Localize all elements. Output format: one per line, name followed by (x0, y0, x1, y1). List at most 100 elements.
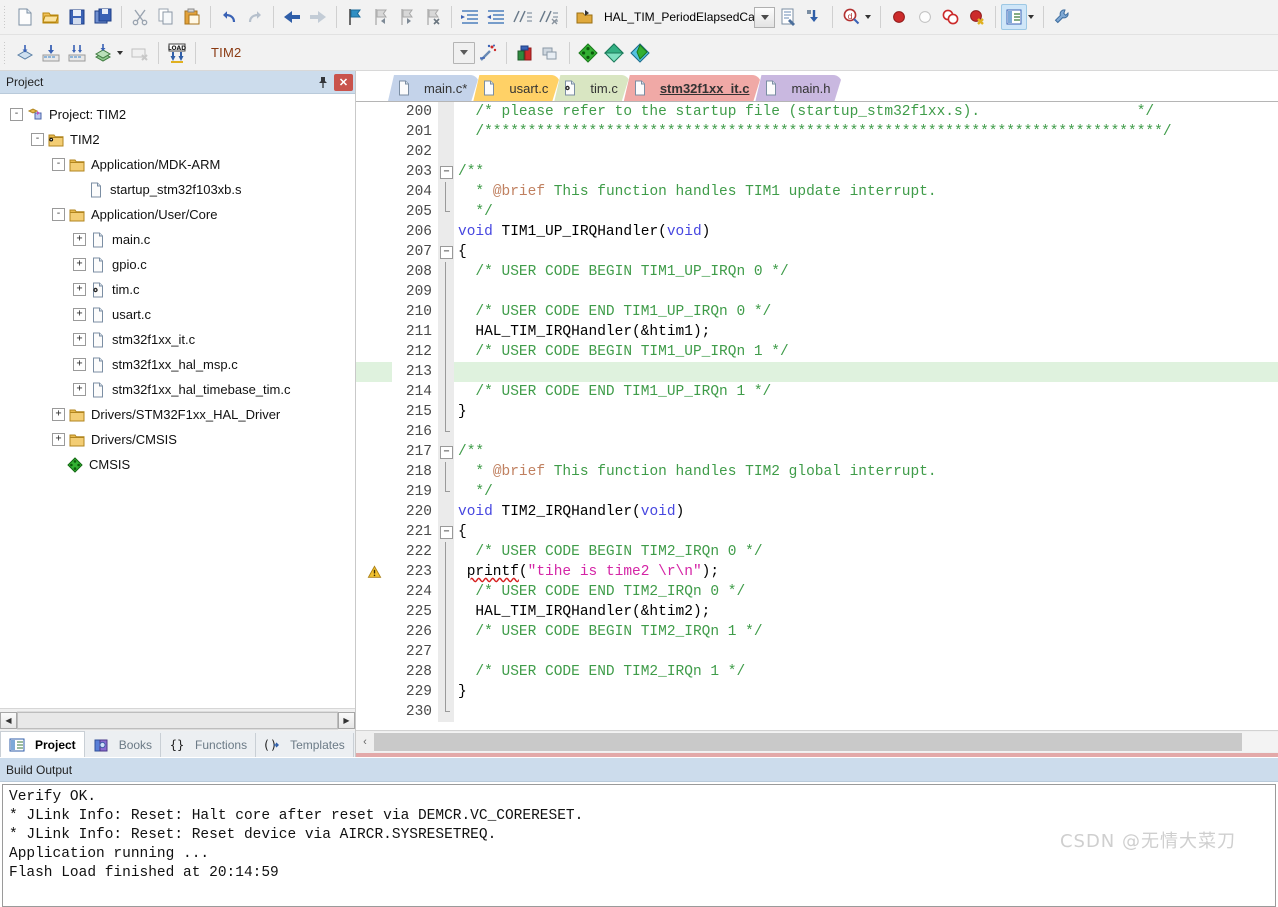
fold-gutter[interactable] (438, 342, 454, 362)
scroll-thumb[interactable] (17, 711, 338, 729)
build-output-text[interactable]: Verify OK. * JLink Info: Reset: Halt core… (2, 784, 1276, 907)
new-file-button[interactable] (12, 4, 38, 30)
build-target-button[interactable] (38, 40, 64, 66)
editor-scroll-track[interactable] (374, 732, 1278, 752)
code-line[interactable]: 211 HAL_TIM_IRQHandler(&htim1); (356, 322, 1278, 342)
fold-gutter[interactable] (438, 382, 454, 402)
find-options-caret[interactable] (865, 15, 871, 19)
line-marker-gutter[interactable] (356, 702, 392, 722)
expand-expander-icon[interactable]: + (73, 258, 86, 271)
manage-run-time-button[interactable] (627, 40, 653, 66)
expand-expander-icon[interactable]: + (52, 433, 65, 446)
editor-tab-stm32f1xx-it-c[interactable]: stm32f1xx_it.c (624, 75, 762, 101)
line-marker-gutter[interactable] (356, 582, 392, 602)
project-tab-books[interactable]: Books (85, 733, 162, 757)
configure-target-button[interactable] (1049, 4, 1075, 30)
kill-breakpoint-button[interactable] (964, 4, 990, 30)
project-tab-project[interactable]: Project (0, 731, 85, 757)
line-marker-gutter[interactable] (356, 482, 392, 502)
editor-tab-tim-c[interactable]: tim.c (554, 75, 629, 101)
line-marker-gutter[interactable] (356, 122, 392, 142)
line-marker-gutter[interactable] (356, 142, 392, 162)
indent-left-button[interactable] (483, 4, 509, 30)
fold-gutter[interactable] (438, 562, 454, 582)
code-line[interactable]: 207−{ (356, 242, 1278, 262)
code-line[interactable]: 226 /* USER CODE BEGIN TIM2_IRQn 1 */ (356, 622, 1278, 642)
expand-expander-icon[interactable]: + (73, 358, 86, 371)
fold-gutter[interactable] (438, 182, 454, 202)
fold-gutter[interactable]: − (438, 522, 454, 542)
line-marker-gutter[interactable] (356, 162, 392, 182)
line-marker-gutter[interactable] (356, 442, 392, 462)
fold-gutter[interactable] (438, 462, 454, 482)
code-line[interactable]: 212 /* USER CODE BEGIN TIM1_UP_IRQn 1 */ (356, 342, 1278, 362)
line-marker-gutter[interactable] (356, 682, 392, 702)
code-lines[interactable]: 200 /* please refer to the startup file … (356, 102, 1278, 730)
window-layout-button[interactable] (1001, 4, 1027, 30)
fold-gutter[interactable] (438, 102, 454, 122)
expand-expander-icon[interactable]: + (73, 333, 86, 346)
line-marker-gutter[interactable] (356, 642, 392, 662)
editor-scroll-thumb[interactable] (374, 733, 1242, 751)
editor-horizontal-scrollbar[interactable]: ‹ (356, 730, 1278, 753)
scroll-left-icon[interactable]: ‹ (356, 732, 374, 752)
expand-expander-icon[interactable]: + (73, 383, 86, 396)
code-line[interactable]: 223 printf("tihe is time2 \r\n"); (356, 562, 1278, 582)
tree-node[interactable]: CMSIS (0, 452, 355, 477)
code-line[interactable]: 210 /* USER CODE END TIM1_UP_IRQn 0 */ (356, 302, 1278, 322)
batch-build-button[interactable] (90, 40, 116, 66)
project-horizontal-scrollbar[interactable]: ◀ ▶ (0, 708, 355, 731)
tree-node[interactable]: - Application/MDK-ARM (0, 152, 355, 177)
line-marker-gutter[interactable] (356, 402, 392, 422)
line-marker-gutter[interactable] (356, 662, 392, 682)
expand-expander-icon[interactable]: + (73, 308, 86, 321)
navigate-back-button[interactable] (279, 4, 305, 30)
fold-gutter[interactable] (438, 262, 454, 282)
tree-node[interactable]: startup_stm32f103xb.s (0, 177, 355, 202)
code-line[interactable]: 215} (356, 402, 1278, 422)
fold-gutter[interactable] (438, 362, 454, 382)
expand-expander-icon[interactable]: + (73, 283, 86, 296)
line-marker-gutter[interactable] (356, 502, 392, 522)
code-line[interactable]: 203−/** (356, 162, 1278, 182)
line-marker-gutter[interactable] (356, 422, 392, 442)
manage-project-items-button[interactable] (512, 40, 538, 66)
clear-bookmarks-button[interactable] (420, 4, 446, 30)
collapse-expander-icon[interactable]: - (52, 158, 65, 171)
line-marker-gutter[interactable] (356, 562, 392, 582)
kill-all-breakpoints-button[interactable] (938, 4, 964, 30)
fold-gutter[interactable] (438, 602, 454, 622)
download-to-flash-button[interactable]: LOAD (164, 40, 190, 66)
window-layout-caret[interactable] (1028, 15, 1034, 19)
code-line[interactable]: 221−{ (356, 522, 1278, 542)
tree-node[interactable]: + stm32f1xx_hal_timebase_tim.c (0, 377, 355, 402)
code-line[interactable]: 225 HAL_TIM_IRQHandler(&htim2); (356, 602, 1278, 622)
fold-gutter[interactable] (438, 402, 454, 422)
tree-node[interactable]: - Application/User/Core (0, 202, 355, 227)
tree-node[interactable]: + stm32f1xx_it.c (0, 327, 355, 352)
comment-lines-button[interactable] (509, 4, 535, 30)
code-line[interactable]: 209 (356, 282, 1278, 302)
code-line[interactable]: 224 /* USER CODE END TIM2_IRQn 0 */ (356, 582, 1278, 602)
previous-bookmark-button[interactable] (368, 4, 394, 30)
code-line[interactable]: 219 */ (356, 482, 1278, 502)
fold-gutter[interactable] (438, 282, 454, 302)
code-line[interactable]: 229} (356, 682, 1278, 702)
disable-breakpoint-button[interactable] (912, 4, 938, 30)
batch-build-caret[interactable] (117, 50, 123, 55)
goto-definition-button[interactable] (801, 4, 827, 30)
uncomment-lines-button[interactable] (535, 4, 561, 30)
cut-button[interactable] (127, 4, 153, 30)
close-icon[interactable]: ✕ (334, 73, 353, 91)
scroll-right-button[interactable]: ▶ (338, 711, 355, 729)
code-line[interactable]: 220 void TIM2_IRQHandler(void) (356, 502, 1278, 522)
fold-collapse-icon[interactable]: − (440, 526, 453, 539)
scroll-track[interactable] (17, 710, 338, 730)
fold-gutter[interactable] (438, 662, 454, 682)
function-navigation-combo[interactable]: HAL_TIM_PeriodElapsedCall (600, 6, 775, 28)
navigate-forward-button[interactable] (305, 4, 331, 30)
code-line[interactable]: 218 * @brief This function handles TIM2 … (356, 462, 1278, 482)
find-in-files-button[interactable]: d (838, 4, 864, 30)
fold-gutter[interactable] (438, 502, 454, 522)
editor-tab-main-c-[interactable]: main.c* (388, 75, 479, 101)
